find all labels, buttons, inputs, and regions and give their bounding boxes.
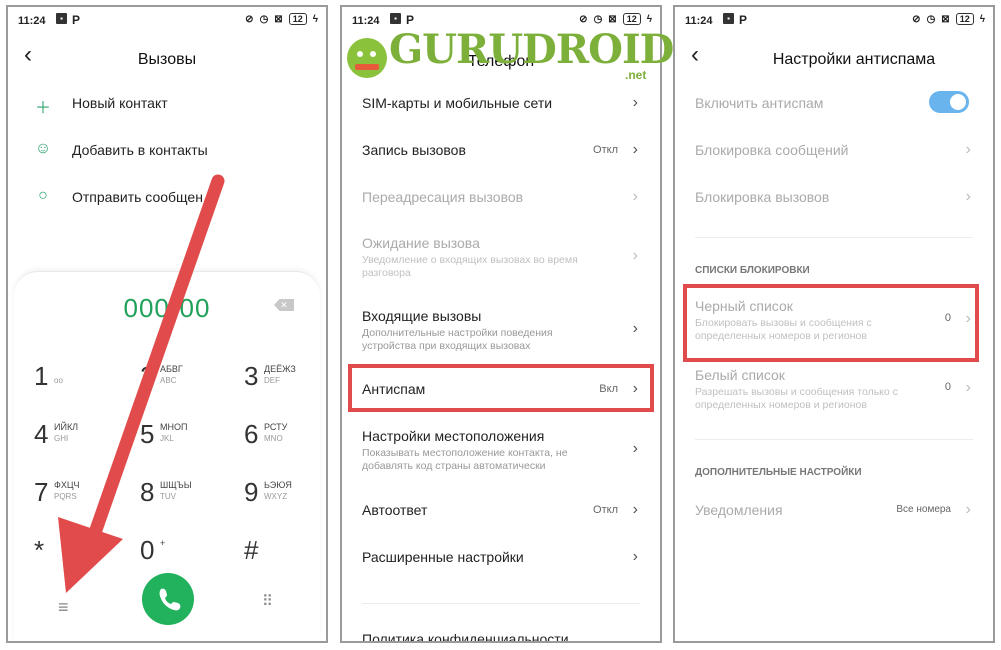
chevron-right-icon: › [632,548,638,565]
toggle-knob [950,94,966,110]
privacy-policy-row[interactable]: Политика конфиденциальности [362,631,640,643]
call-waiting-row[interactable]: Ожидание вызова Уведомление о входящих в… [362,235,640,280]
highlight-box [683,284,979,362]
block-messages-row[interactable]: Блокировка сообщений › [695,141,973,158]
row-title: Настройки местоположения [362,428,545,444]
chevron-right-icon: › [632,440,638,457]
antispam-settings-screen: 11:24 ▪ P ⊘ ◷ ⊠ 12 ϟ ‹ Настройки антиспам… [673,5,995,643]
block-calls-row[interactable]: Блокировка вызовов › [695,188,973,205]
silent-icon: ⊘ [912,13,921,25]
chevron-right-icon: › [632,247,638,264]
status-time: 11:24 [685,15,713,27]
alarm-icon: ◷ [926,13,936,25]
section-header-additional: ДОПОЛНИТЕЛЬНЫЕ НАСТРОЙКИ [695,467,862,478]
sim-settings-row[interactable]: SIM-карты и мобильные сети › [362,94,640,111]
incoming-calls-row[interactable]: Входящие вызовы Дополнительные настройки… [362,308,640,353]
red-arrow-annotation [58,174,225,593]
highlight-box [348,364,654,412]
divider [695,237,973,238]
row-title: Ожидание вызова [362,235,480,251]
row-subtitle: Разрешать вызовы и сообщения только с оп… [695,386,898,411]
row-title: Белый список [695,367,785,383]
notifications-row[interactable]: Уведомления Все номера › [695,501,973,518]
chevron-right-icon: › [965,379,971,396]
chevron-right-icon: › [632,320,638,337]
row-title: Блокировка вызовов [695,189,830,205]
chevron-right-icon: › [632,94,638,111]
chevron-right-icon: › [632,188,638,205]
chevron-right-icon: › [965,188,971,205]
chevron-right-icon: › [632,501,638,518]
logo-text: GURUDROID [389,26,674,73]
back-button[interactable]: ‹ [691,43,699,67]
divider [362,603,640,604]
location-settings-row[interactable]: Настройки местоположения Показывать мест… [362,428,640,473]
p-icon: P [739,13,748,27]
divider [695,439,973,440]
row-title: Политика конфиденциальности [362,631,569,643]
phone-settings-screen: 11:24 ▪ P ⊘ ◷ ⊠ 12 ϟ Телефон SIM-карты и … [340,5,662,643]
logo-subtext: .net [625,68,647,82]
row-title: Блокировка сообщений [695,142,849,158]
chevron-right-icon: › [632,141,638,158]
sim-icon: ⊠ [941,13,950,25]
section-header-blocklists: СПИСКИ БЛОКИРОВКИ [695,265,810,276]
row-title: Входящие вызовы [362,308,482,324]
row-value: Откл [593,504,618,516]
notification-icon: ▪ [723,13,734,24]
chevron-right-icon: › [965,501,971,518]
battery-icon: 12 [955,13,974,25]
whitelist-row[interactable]: Белый список Разрешать вызовы и сообщени… [695,367,973,412]
call-recording-row[interactable]: Запись вызовов Откл › [362,141,640,158]
row-subtitle: Уведомление о входящих вызовах во время … [362,254,578,279]
page-title: Настройки антиспама [772,51,936,68]
row-title: Расширенные настройки [362,549,524,565]
row-subtitle: Дополнительные настройки поведения устро… [362,327,553,352]
antispam-toggle[interactable] [929,91,969,113]
row-title: Переадресация вызовов [362,189,524,205]
auto-answer-row[interactable]: Автоответ Откл › [362,501,640,518]
row-value: Откл [593,144,618,156]
status-bar: 11:24 ▪ P ⊘ ◷ ⊠ 12 ϟ [675,7,993,33]
row-value: Все номера [896,504,951,515]
row-subtitle: Показывать местоположение контакта, не д… [362,447,568,472]
row-title: SIM-карты и мобильные сети [362,95,553,111]
calls-screen: 11:24 ▪ P ⊘ ◷ ⊠ 12 ϟ ‹ Вызовы ＋ Новый кон… [6,5,328,643]
chevron-right-icon: › [965,141,971,158]
site-logo: GURUDROID .net [345,22,674,92]
charging-icon: ϟ [979,13,985,25]
advanced-settings-row[interactable]: Расширенные настройки › [362,548,640,565]
call-forwarding-row[interactable]: Переадресация вызовов › [362,188,640,205]
row-value: 0 [944,381,951,393]
